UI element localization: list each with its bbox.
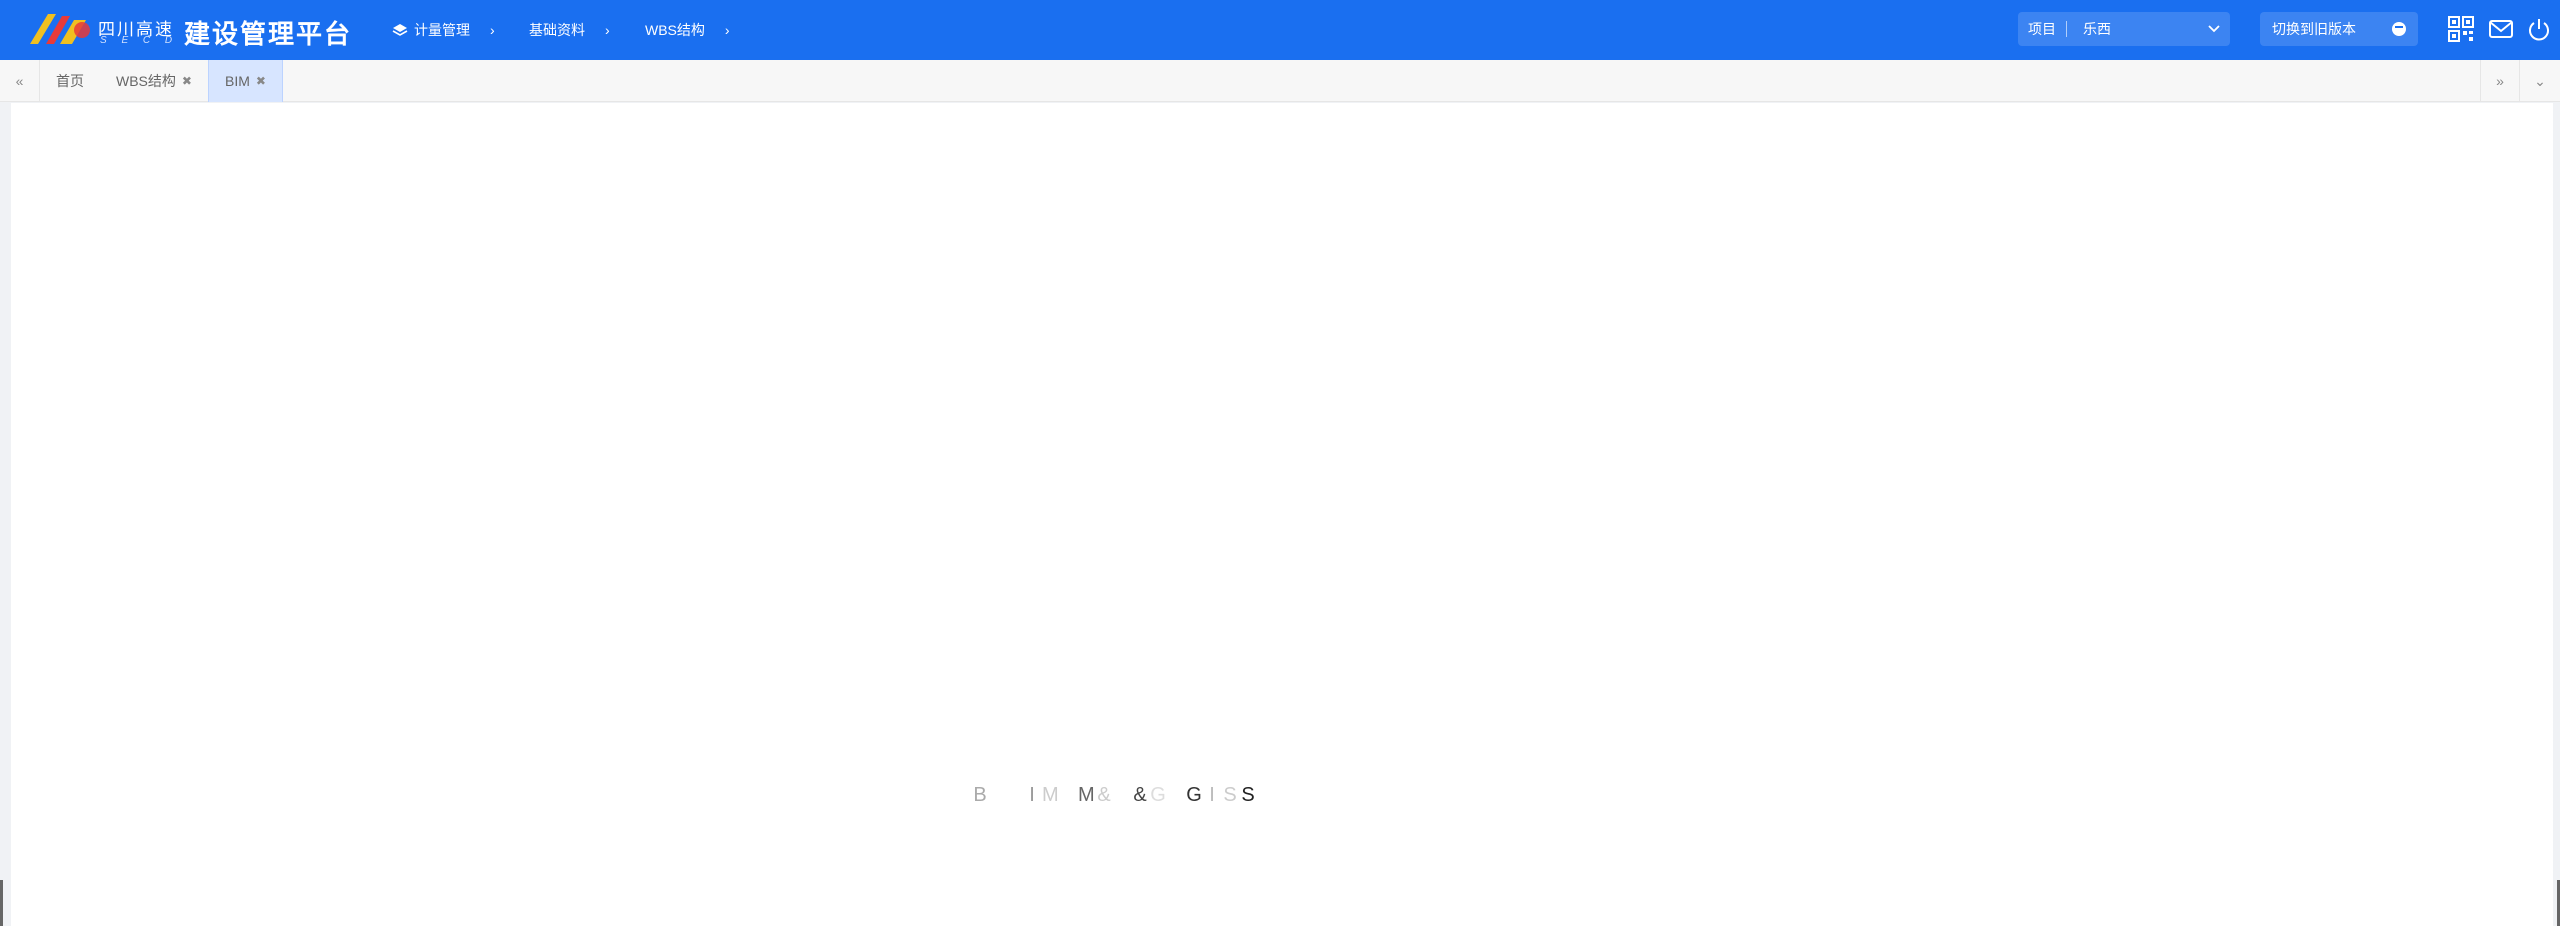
loading-char [1168, 784, 1186, 807]
switch-icon [2392, 22, 2406, 36]
tab-wbs[interactable]: WBS结构 ✖ [100, 60, 208, 102]
project-label: 项目 [2028, 21, 2056, 37]
loading-char: S [1223, 784, 1239, 806]
breadcrumb-item-wbs[interactable]: WBS结构 › [645, 20, 730, 40]
chevron-right-icon: › [724, 22, 730, 38]
loading-char: G [1186, 784, 1204, 806]
divider [2066, 21, 2067, 37]
loading-char [990, 784, 1008, 807]
breadcrumb-label: 基础资料 [529, 22, 585, 38]
chevron-right-icon: › [490, 22, 495, 38]
close-icon[interactable]: ✖ [256, 74, 266, 88]
breadcrumb-item-metering[interactable]: 计量管理 › [392, 20, 495, 40]
logo-icon [30, 14, 90, 44]
chevron-down-icon [2208, 25, 2220, 33]
tab-home[interactable]: 首页 [40, 60, 100, 102]
loading-char [1114, 784, 1132, 807]
qr-code-icon[interactable] [2448, 16, 2474, 42]
scrollbar-left[interactable] [0, 880, 3, 926]
mail-icon[interactable] [2488, 16, 2514, 42]
tab-label: BIM [225, 73, 250, 89]
loading-char: B [973, 784, 989, 806]
loading-char: & [1097, 784, 1113, 806]
breadcrumb-label: WBS结构 [645, 22, 705, 38]
main-content-frame [11, 103, 2553, 926]
double-left-icon[interactable]: « [0, 60, 40, 102]
chevron-down-icon[interactable]: ⌄ [2520, 60, 2560, 102]
tab-bar: « 首页 WBS结构 ✖ BIM ✖ » ⌄ [0, 60, 2560, 102]
loading-char: M [1042, 784, 1061, 806]
chevron-right-icon: › [605, 22, 610, 38]
loading-char: I [1209, 784, 1217, 806]
tab-label: 首页 [56, 73, 84, 89]
close-icon[interactable]: ✖ [182, 74, 192, 88]
power-icon[interactable] [2526, 16, 2552, 42]
switch-version-button[interactable]: 切换到旧版本 [2260, 12, 2418, 46]
breadcrumb-label: 计量管理 [414, 22, 470, 38]
layers-icon [392, 24, 408, 36]
loading-char [954, 784, 972, 807]
loading-char: S [1241, 784, 1257, 806]
loading-char: & [1133, 784, 1149, 806]
loading-text: B I M M & & G G I S S [954, 784, 1258, 807]
tab-label: WBS结构 [116, 73, 176, 89]
tab-bim[interactable]: BIM ✖ [208, 60, 283, 102]
loading-char: M [1078, 784, 1097, 806]
breadcrumb-item-basic-data[interactable]: 基础资料 › [529, 20, 610, 40]
project-selector[interactable]: 项目 乐西 [2018, 12, 2230, 46]
loading-char: G [1150, 784, 1168, 806]
platform-title: 建设管理平台 [184, 19, 353, 49]
double-right-icon[interactable]: » [2480, 60, 2520, 102]
switch-version-label: 切换到旧版本 [2272, 21, 2356, 37]
top-navigation-bar: 四川高速 S E C D G 建设管理平台 计量管理 › 基础资料 › WBS结… [0, 0, 2560, 60]
project-value: 乐西 [2083, 21, 2111, 37]
loading-char: I [1029, 784, 1037, 806]
loading-char [1060, 784, 1078, 807]
